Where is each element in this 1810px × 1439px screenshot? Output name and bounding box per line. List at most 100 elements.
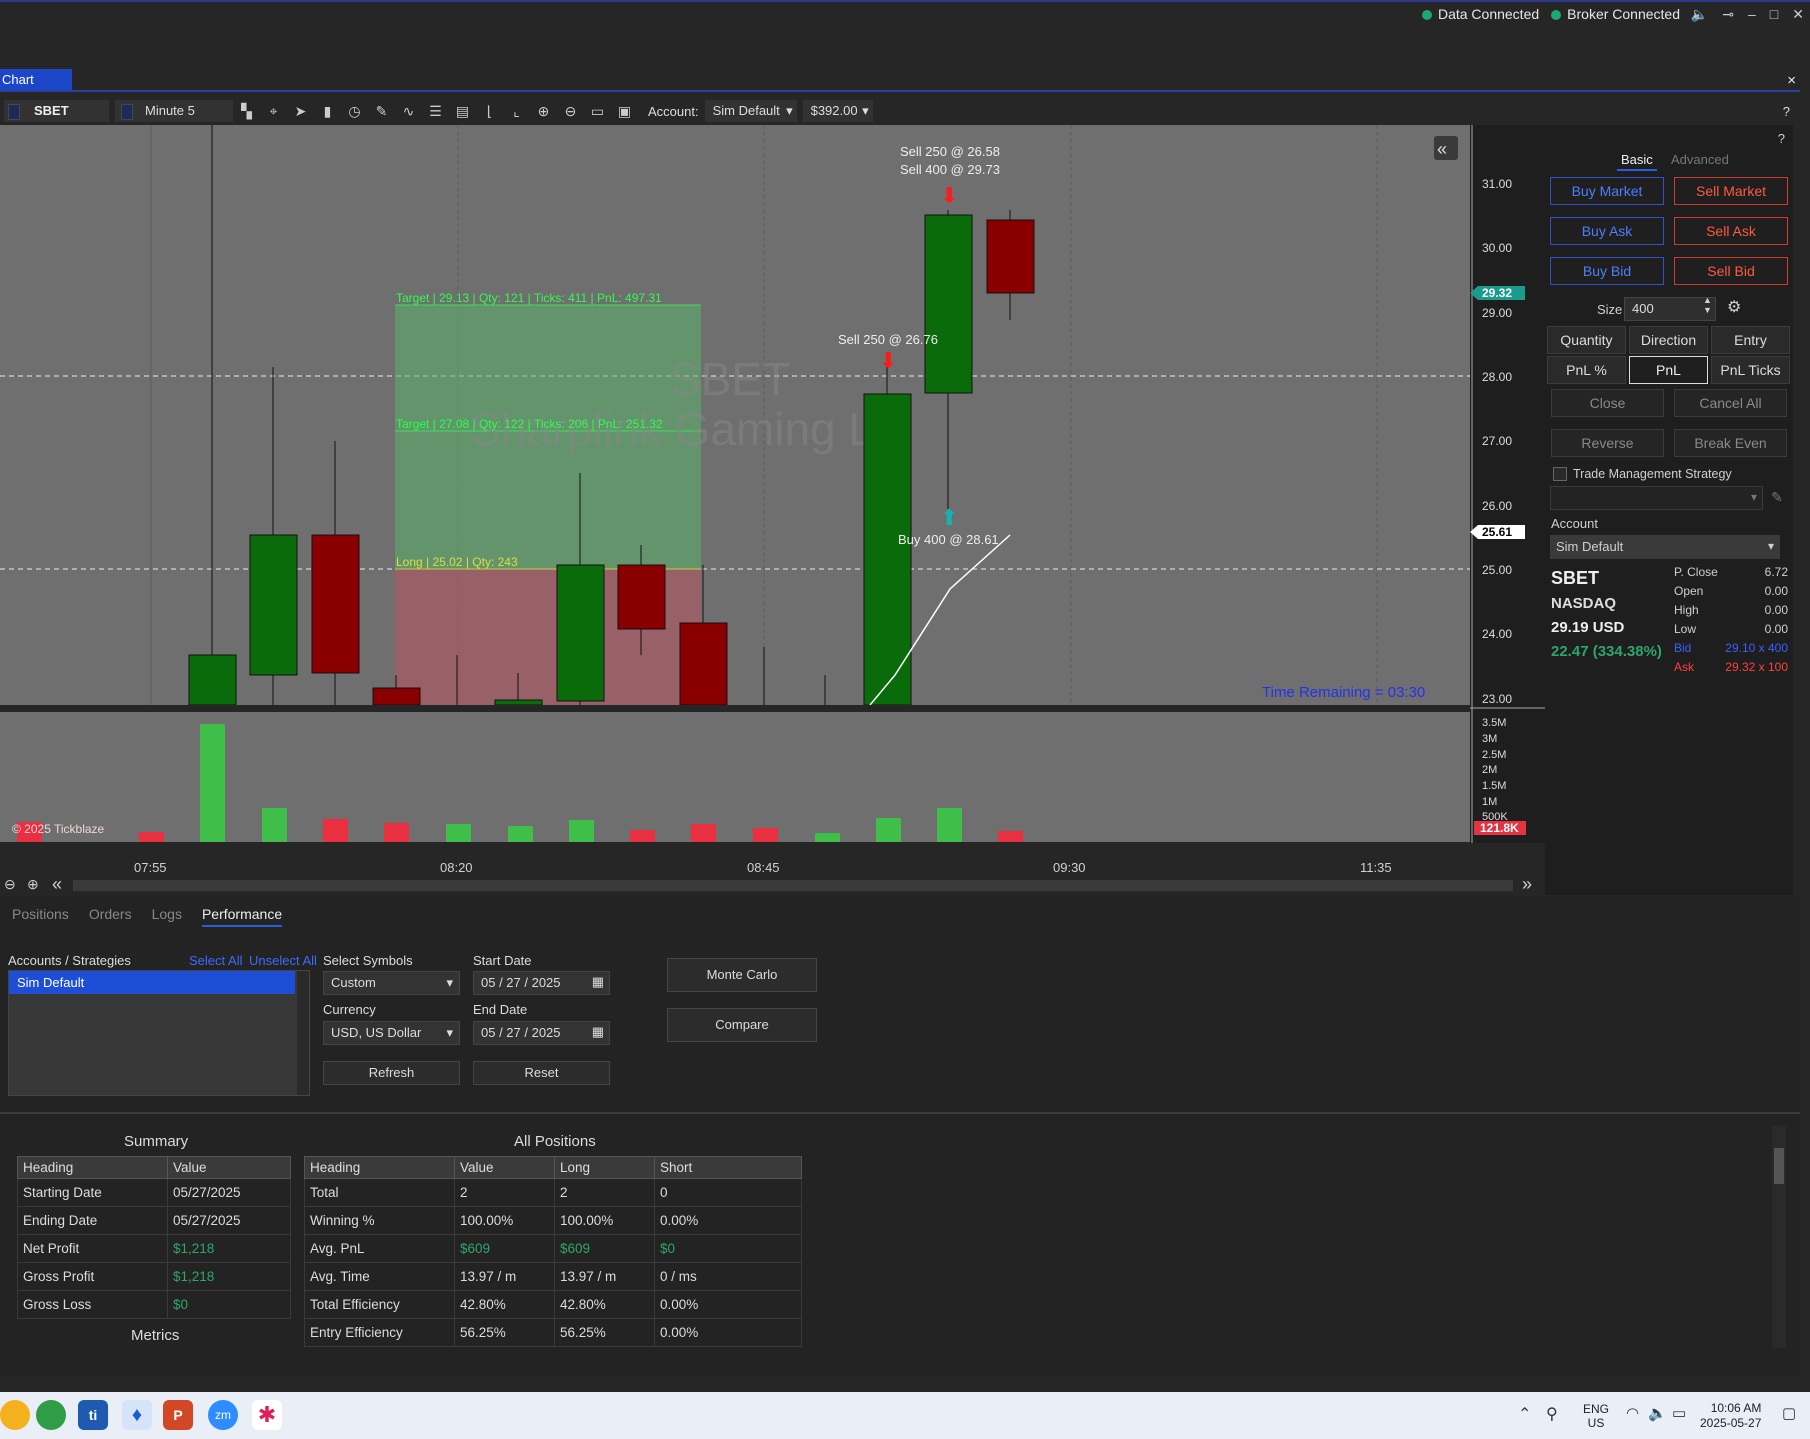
app-icon[interactable] bbox=[0, 1400, 30, 1430]
close-button[interactable]: Close bbox=[1551, 389, 1664, 417]
clock[interactable]: 10:06 AM 2025-05-27 bbox=[1700, 1401, 1761, 1431]
table-row: Ending Date 05/27/2025 bbox=[17, 1206, 291, 1235]
edit-icon[interactable]: ✎ bbox=[1771, 489, 1783, 506]
interval-selector[interactable]: Minute 5 bbox=[115, 100, 233, 122]
zoom-icon[interactable]: zm bbox=[208, 1400, 238, 1430]
ti-icon[interactable]: ti bbox=[78, 1400, 108, 1430]
sell-market-button[interactable]: Sell Market bbox=[1674, 177, 1788, 205]
pnl-ticks-button[interactable]: PnL Ticks bbox=[1711, 356, 1790, 384]
list-icon[interactable]: ☰ bbox=[422, 103, 449, 120]
chrome-icon[interactable] bbox=[36, 1400, 66, 1430]
sell-ask-button[interactable]: Sell Ask bbox=[1674, 217, 1788, 245]
time-axis[interactable]: 07:55 08:20 08:45 09:30 11:35 bbox=[0, 843, 1545, 875]
tickblaze-icon[interactable]: ♦ bbox=[122, 1400, 152, 1430]
symbols-dropdown[interactable]: Custom ▾ bbox=[323, 971, 460, 995]
zoom-in-icon[interactable]: ⊕ bbox=[530, 103, 557, 120]
tab-advanced[interactable]: Advanced bbox=[1667, 152, 1733, 167]
balance-dropdown[interactable]: $392.00 ▾ bbox=[802, 100, 873, 122]
help-icon[interactable]: ? bbox=[1778, 131, 1785, 146]
pnl-percent-button[interactable]: PnL % bbox=[1547, 356, 1626, 384]
calendar-icon[interactable]: ▦ bbox=[592, 1024, 604, 1040]
list-item[interactable]: Sim Default bbox=[9, 971, 295, 994]
compare-button[interactable]: Compare bbox=[667, 1008, 817, 1042]
indicator-icon[interactable]: ∿ bbox=[395, 103, 422, 120]
scroll-thumb[interactable] bbox=[1774, 1148, 1784, 1184]
pin-icon[interactable]: ⊸ bbox=[1722, 6, 1734, 23]
crosshair-icon[interactable]: ⌖ bbox=[260, 103, 287, 120]
tab-orders[interactable]: Orders bbox=[89, 906, 132, 927]
symbol-selector[interactable]: SBET bbox=[4, 100, 109, 122]
scroll-track[interactable] bbox=[73, 880, 1513, 891]
volume-icon[interactable]: 🔈 bbox=[1648, 1404, 1667, 1422]
tab-logs[interactable]: Logs bbox=[152, 906, 182, 927]
folder-icon[interactable]: ▭ bbox=[584, 103, 611, 120]
slack-icon[interactable]: ✱ bbox=[252, 1400, 282, 1430]
direction-button[interactable]: Direction bbox=[1629, 326, 1708, 354]
battery-icon[interactable]: ▭ bbox=[1672, 1404, 1686, 1422]
zoom-in-icon[interactable]: ⊕ bbox=[27, 876, 39, 893]
refresh-button[interactable]: Refresh bbox=[323, 1061, 460, 1085]
zoom-out-icon[interactable]: ⊖ bbox=[557, 103, 584, 120]
tab-chart[interactable]: Chart bbox=[0, 69, 72, 91]
currency-dropdown[interactable]: USD, US Dollar ▾ bbox=[323, 1021, 460, 1045]
wifi-icon[interactable]: ◠ bbox=[1626, 1404, 1639, 1422]
close-icon[interactable]: ✕ bbox=[1792, 6, 1804, 23]
quantity-button[interactable]: Quantity bbox=[1547, 326, 1626, 354]
select-all-link[interactable]: Select All bbox=[189, 953, 242, 968]
account-dropdown[interactable]: Sim Default ▾ bbox=[704, 100, 797, 122]
notification-icon[interactable]: ▢ bbox=[1782, 1404, 1796, 1422]
trade-panel: ? Basic Advanced Buy Market Sell Market … bbox=[1545, 125, 1793, 895]
scroll-start-icon[interactable]: « bbox=[52, 874, 62, 895]
axis-icon[interactable]: ⌊ bbox=[476, 103, 503, 120]
tab-basic[interactable]: Basic bbox=[1617, 152, 1657, 171]
start-date-input[interactable]: 05 / 27 / 2025 ▦ bbox=[473, 971, 610, 995]
entry-button[interactable]: Entry bbox=[1711, 326, 1790, 354]
calendar-icon[interactable]: ▦ bbox=[592, 974, 604, 990]
close-chart-icon[interactable]: × bbox=[1787, 72, 1796, 89]
minimize-icon[interactable]: – bbox=[1748, 6, 1756, 23]
buy-market-button[interactable]: Buy Market bbox=[1550, 177, 1664, 205]
panel-scrollbar[interactable] bbox=[1772, 1126, 1786, 1348]
end-date-input[interactable]: 05 / 27 / 2025 ▦ bbox=[473, 1021, 610, 1045]
network-tray-icon[interactable]: ⚲ bbox=[1546, 1404, 1558, 1424]
language-indicator[interactable]: ENG US bbox=[1583, 1402, 1609, 1430]
pencil-icon[interactable]: ✎ bbox=[368, 103, 395, 120]
clock-icon[interactable]: ◷ bbox=[341, 103, 368, 120]
speaker-icon[interactable]: 🔈 bbox=[1691, 6, 1708, 23]
unselect-all-link[interactable]: Unselect All bbox=[249, 953, 317, 968]
monte-carlo-button[interactable]: Monte Carlo bbox=[667, 958, 817, 992]
pnl-button[interactable]: PnL bbox=[1629, 356, 1708, 384]
price-axis[interactable]: 31.00 30.00 29.00 28.00 27.00 26.00 25.0… bbox=[1470, 125, 1545, 843]
tab-performance[interactable]: Performance bbox=[201, 906, 283, 927]
break-even-button[interactable]: Break Even bbox=[1674, 429, 1787, 457]
accounts-list[interactable]: Sim Default bbox=[8, 970, 310, 1096]
cancel-all-button[interactable]: Cancel All bbox=[1674, 389, 1787, 417]
chevron-up-icon[interactable]: ⌃ bbox=[1518, 1404, 1531, 1424]
tms-dropdown[interactable]: ▾ bbox=[1550, 486, 1763, 510]
account-dropdown[interactable]: Sim Default ▾ bbox=[1550, 535, 1780, 559]
reset-button[interactable]: Reset bbox=[473, 1061, 610, 1085]
stepper-icon[interactable]: ▲ ▼ bbox=[1703, 295, 1712, 315]
buy-bid-button[interactable]: Buy Bid bbox=[1550, 257, 1664, 285]
volume-chart[interactable]: © 2025 Tickblaze bbox=[0, 712, 1470, 842]
save-icon[interactable]: ▣ bbox=[611, 103, 638, 120]
strategy-icon[interactable]: ▤ bbox=[449, 103, 476, 120]
tab-positions[interactable]: Positions bbox=[12, 906, 69, 927]
axis2-icon[interactable]: ⌞ bbox=[503, 103, 530, 120]
powerpoint-icon[interactable]: P bbox=[163, 1400, 193, 1430]
layout-icon[interactable]: ▚ bbox=[233, 103, 260, 120]
scroll-end-icon[interactable]: » bbox=[1522, 874, 1532, 895]
help-icon[interactable]: ? bbox=[1783, 104, 1790, 119]
gear-icon[interactable]: ⚙ bbox=[1727, 297, 1741, 317]
chart-scrollbar[interactable]: ⊖ ⊕ « » bbox=[0, 874, 1545, 896]
price-chart[interactable]: SBET Sharplink Gaming Ltd ⬇ ⬇ ⬆ Sell 250… bbox=[0, 125, 1513, 706]
tms-checkbox[interactable] bbox=[1553, 467, 1567, 481]
maximize-icon[interactable]: □ bbox=[1770, 6, 1778, 23]
cursor-icon[interactable]: ➤ bbox=[287, 103, 314, 120]
buy-ask-button[interactable]: Buy Ask bbox=[1550, 217, 1664, 245]
zoom-out-icon[interactable]: ⊖ bbox=[4, 876, 16, 893]
list-scrollbar[interactable] bbox=[297, 971, 309, 1095]
sell-bid-button[interactable]: Sell Bid bbox=[1674, 257, 1788, 285]
bar-type-icon[interactable]: ▮ bbox=[314, 103, 341, 120]
reverse-button[interactable]: Reverse bbox=[1551, 429, 1664, 457]
